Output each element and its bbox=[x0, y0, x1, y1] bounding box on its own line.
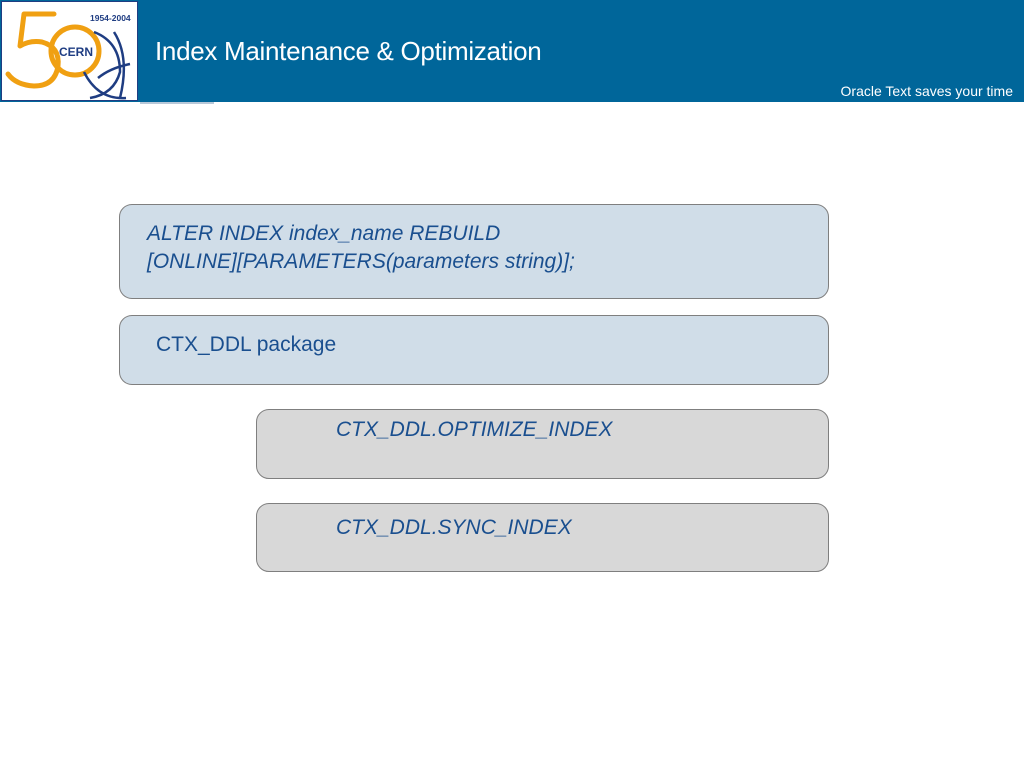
slide-title: Index Maintenance & Optimization bbox=[155, 36, 542, 66]
sync-index-box: CTX_DDL.SYNC_INDEX bbox=[256, 503, 829, 572]
header-bar: 1954-2004 CERN Index Maintenance & Optim… bbox=[0, 0, 1024, 102]
optimize-index-box: CTX_DDL.OPTIMIZE_INDEX bbox=[256, 409, 829, 479]
header-divider bbox=[140, 102, 214, 104]
ctx-ddl-package-box: CTX_DDL package bbox=[119, 315, 829, 385]
alter-index-line-1: ALTER INDEX index_name REBUILD bbox=[147, 222, 501, 245]
logo-cern-text: CERN bbox=[59, 45, 93, 59]
sync-index-label: CTX_DDL.SYNC_INDEX bbox=[336, 516, 572, 539]
alter-index-line-2: [ONLINE][PARAMETERS(parameters string)]; bbox=[147, 250, 575, 273]
alter-index-box: ALTER INDEX index_name REBUILD [ONLINE][… bbox=[119, 204, 829, 299]
ctx-ddl-package-label: CTX_DDL package bbox=[156, 333, 337, 356]
cern-50-logo-graphic: 1954-2004 CERN bbox=[5, 11, 131, 100]
optimize-index-label: CTX_DDL.OPTIMIZE_INDEX bbox=[336, 418, 613, 441]
logo-years-text: 1954-2004 bbox=[90, 13, 131, 23]
header-tagline: Oracle Text saves your time bbox=[840, 83, 1013, 99]
cern-50-logo: 1954-2004 CERN bbox=[1, 1, 138, 101]
alter-index-syntax: ALTER INDEX index_name REBUILD [ONLINE][… bbox=[147, 220, 575, 276]
